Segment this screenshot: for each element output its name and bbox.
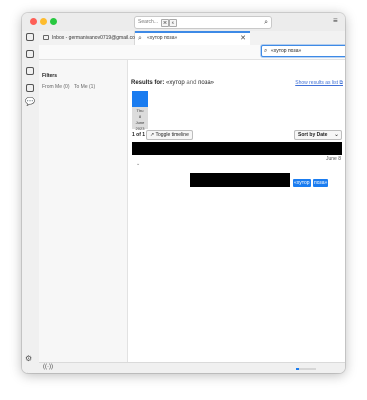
message-date: June 8	[325, 156, 341, 162]
quick-search-value: «хутор поза»	[271, 48, 302, 54]
toggle-timeline-button[interactable]: ↗ Toggle timeline	[146, 130, 193, 140]
timeline-month: June	[135, 120, 145, 125]
filter-from-me[interactable]: From Me (0)	[42, 84, 70, 90]
status-bar: ((·))	[39, 362, 345, 373]
global-search-input[interactable]: Search... ⌘ K ⌕	[134, 16, 272, 29]
minimize-window-button[interactable]	[40, 18, 47, 25]
external-link-icon: ⧉	[339, 80, 343, 86]
tab-search-results[interactable]: ⌕ «хутор поза» ✕	[135, 31, 250, 46]
results-term-2: поза»	[198, 80, 215, 86]
chat-icon[interactable]: 💬	[25, 97, 35, 106]
tab-search-results-label: «хутор поза»	[147, 35, 178, 41]
timeline-date-label: Thu 8 June 2023	[132, 107, 148, 131]
tasks-icon[interactable]	[26, 84, 34, 92]
tab-inbox-label: Inbox - germanivanov0719@gmail.com	[52, 35, 140, 41]
redacted-message-snippet	[190, 173, 290, 187]
timeline-icon: ↗	[150, 132, 155, 138]
quick-search-input[interactable]: ⌕ «хутор поза»	[261, 45, 345, 57]
sort-select-value: Sort by Date	[298, 132, 328, 138]
collapse-sidebar-icon[interactable]: ⇤	[25, 370, 32, 373]
results-heading: Results for: «хутор and поза»	[131, 80, 214, 86]
shortcut-k-key: K	[169, 19, 177, 27]
sort-select[interactable]: Sort by Date ⌄	[294, 130, 342, 140]
inbox-icon	[43, 35, 49, 40]
tab-inbox[interactable]: Inbox - germanivanov0719@gmail.com	[39, 31, 139, 45]
filter-to-me-count: (1)	[89, 84, 96, 90]
filters-title: Filters	[42, 73, 58, 79]
results-counter: 1 of 1	[132, 132, 146, 138]
shortcut-cmd-key: ⌘	[161, 19, 169, 27]
results-toolbar: ⌕ «хутор поза»	[39, 45, 345, 60]
title-bar: Search... ⌘ K ⌕ ≡	[22, 13, 345, 32]
show-results-as-list-label: Show results as list	[295, 80, 339, 86]
filter-from-me-count: (0)	[63, 84, 70, 90]
filter-to-me-label: To Me	[74, 84, 88, 90]
results-term-1: «хутор	[166, 80, 185, 86]
hamburger-menu-icon[interactable]: ≡	[333, 16, 338, 25]
mail-icon[interactable]	[26, 33, 34, 41]
chevron-down-icon: ⌄	[333, 132, 339, 138]
search-icon: ⌕	[264, 48, 268, 54]
filters-pane: Filters From Me (0) To Me (1)	[39, 60, 128, 362]
timeline-day: Thu	[136, 108, 144, 113]
address-book-icon[interactable]	[26, 50, 34, 58]
search-highlight-1: «хутор	[293, 179, 311, 187]
results-prefix: Results for:	[131, 80, 165, 86]
close-icon[interactable]: ✕	[240, 33, 246, 44]
spaces-toolbar: 💬 ⚙ ⇤	[22, 31, 40, 373]
settings-icon[interactable]: ⚙	[25, 354, 32, 363]
zoom-window-button[interactable]	[50, 18, 57, 25]
tab-bar: Inbox - germanivanov0719@gmail.com ⌕ «ху…	[39, 31, 345, 46]
search-highlight-2: поза»	[313, 179, 329, 187]
show-results-as-list-link[interactable]: Show results as list ⧉	[295, 80, 343, 86]
activity-progress-bar	[296, 368, 316, 370]
search-icon: ⌕	[138, 35, 142, 42]
results-main: Results for: «хутор and поза» Show resul…	[128, 60, 345, 362]
activity-progress-fill	[296, 368, 299, 370]
timeline-date: 8	[138, 114, 142, 119]
global-search-placeholder: Search...	[138, 19, 159, 25]
chevron-down-icon[interactable]: ⌄	[136, 161, 140, 167]
thunderbird-window: Search... ⌘ K ⌕ ≡ 💬 ⚙ ⇤ Inbox - germaniv…	[22, 13, 345, 373]
filter-to-me[interactable]: To Me (1)	[74, 84, 95, 90]
redacted-message-subject[interactable]	[132, 142, 342, 155]
online-status-icon[interactable]: ((·))	[43, 364, 53, 370]
calendar-icon[interactable]	[26, 67, 34, 75]
results-and: and	[186, 80, 197, 86]
filter-from-me-label: From Me	[42, 84, 62, 90]
search-icon: ⌕	[264, 19, 268, 26]
close-window-button[interactable]	[30, 18, 37, 25]
timeline-bar[interactable]	[132, 91, 148, 107]
toggle-timeline-label: Toggle timeline	[155, 132, 189, 138]
